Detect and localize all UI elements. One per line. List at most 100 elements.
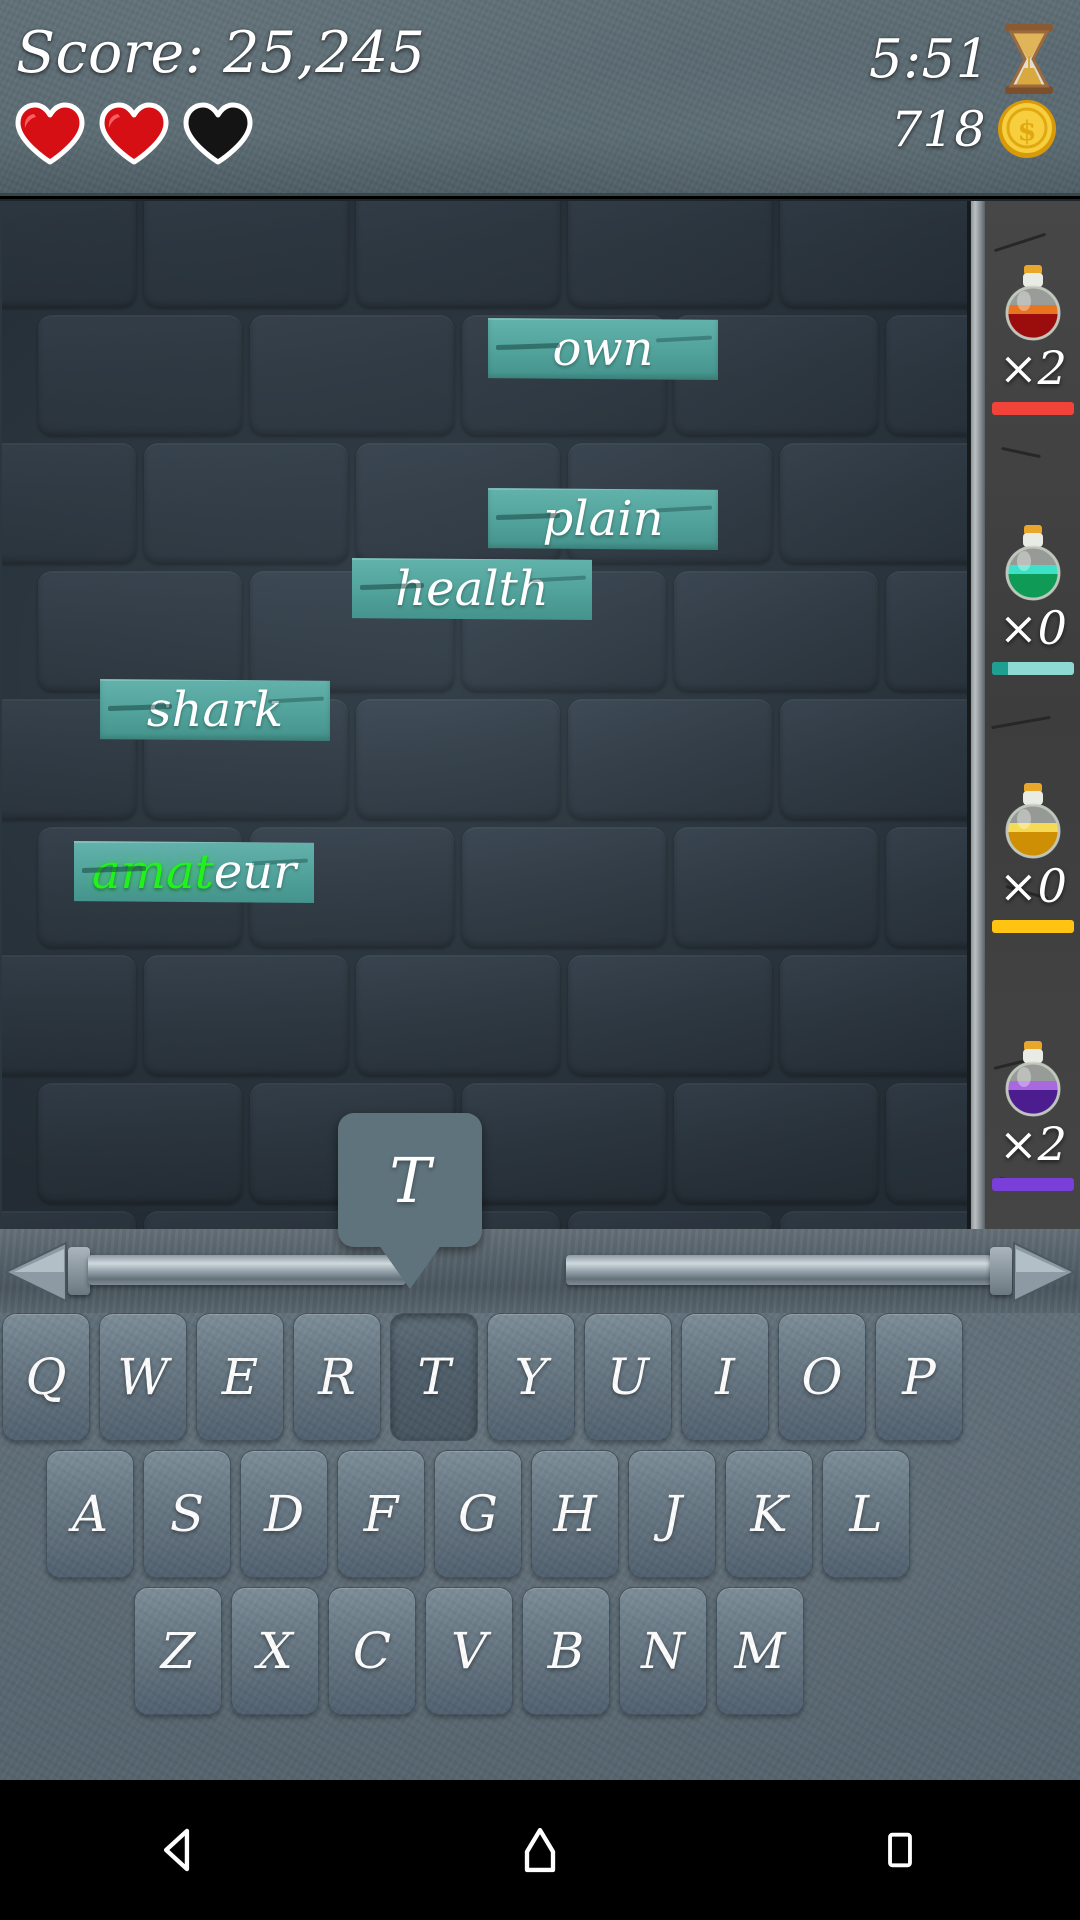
red-potion-icon [994, 261, 1072, 343]
potion-cooldown-bar [992, 662, 1074, 675]
lives-hearts [14, 102, 254, 166]
potion-slot-red-potion[interactable]: ×2 [985, 261, 1080, 415]
hud-bar: Score: 25,245 5:51 718 $ [0, 0, 1080, 196]
key-h[interactable]: H [531, 1450, 619, 1578]
plank-notch [655, 505, 713, 513]
recents-icon[interactable] [840, 1780, 960, 1920]
hourglass-icon [1000, 22, 1058, 96]
potion-count: ×2 [999, 1117, 1067, 1171]
wall-crack [991, 715, 1051, 730]
key-t[interactable]: T [390, 1313, 478, 1441]
key-a[interactable]: A [46, 1450, 134, 1578]
key-p[interactable]: P [875, 1313, 963, 1441]
brick [2, 955, 136, 1075]
decorative-rail [0, 1229, 1080, 1313]
potion-cooldown-fill [992, 662, 1009, 675]
potion-count: ×0 [999, 859, 1067, 913]
word-plank[interactable]: own [488, 318, 718, 380]
android-navigation-bar[interactable] [0, 1780, 1080, 1920]
brick [674, 571, 878, 691]
brick [356, 699, 560, 819]
brick [144, 1211, 348, 1230]
key-m[interactable]: M [716, 1587, 804, 1715]
key-b[interactable]: B [522, 1587, 610, 1715]
key-press-popup: T [338, 1113, 482, 1291]
coin-group: 718 $ [891, 98, 1058, 160]
score-label: Score: 25,245 [16, 20, 426, 86]
word-plank[interactable]: shark [100, 679, 330, 741]
rail-bar-right [566, 1255, 992, 1285]
on-screen-keyboard[interactable]: QWERTYUIOP ASDFGHJKL ZXCVBNM [0, 1313, 1080, 1780]
brick [250, 315, 454, 435]
rail-right-arrow-icon [1006, 1241, 1077, 1303]
brick [780, 699, 967, 819]
key-z[interactable]: Z [134, 1587, 222, 1715]
brick [2, 201, 136, 307]
wall-crack [993, 232, 1047, 253]
word-plank[interactable]: amateur [74, 841, 314, 903]
yellow-potion-icon [994, 779, 1072, 861]
potion-count: ×2 [999, 341, 1067, 395]
key-d[interactable]: D [240, 1450, 328, 1578]
word-plank[interactable]: plain [488, 488, 718, 550]
potion-cooldown-bar [992, 402, 1074, 415]
home-icon[interactable] [480, 1780, 600, 1920]
word-plank[interactable]: health [352, 558, 592, 620]
key-y[interactable]: Y [487, 1313, 575, 1441]
brick [568, 955, 772, 1075]
brick [780, 201, 967, 307]
brick [780, 1211, 967, 1230]
word-remaining-part: eur [213, 844, 297, 900]
keyboard-row-1: QWERTYUIOP [2, 1313, 963, 1441]
potion-cooldown-fill [992, 1178, 1074, 1191]
key-n[interactable]: N [619, 1587, 707, 1715]
potion-slot-purple-potion[interactable]: ×2 [985, 1037, 1080, 1191]
brick [462, 827, 666, 947]
key-i[interactable]: I [681, 1313, 769, 1441]
timer-label: 5:51 [868, 28, 990, 90]
word-plank-text: amateur [92, 844, 296, 900]
brick [144, 443, 348, 563]
rail-left-cap [68, 1247, 90, 1295]
potion-cooldown-fill [992, 402, 1074, 415]
key-c[interactable]: C [328, 1587, 416, 1715]
rail-left-arrow-icon [3, 1241, 74, 1303]
key-e[interactable]: E [196, 1313, 284, 1441]
potion-slot-green-potion[interactable]: ×0 [985, 521, 1080, 675]
potion-sidebar[interactable]: ×2 ×0 ×0 ×2 [970, 201, 1080, 1230]
key-j[interactable]: J [628, 1450, 716, 1578]
brick [568, 1211, 772, 1230]
key-popup-letter: T [338, 1113, 482, 1247]
brick [568, 201, 772, 307]
brick [38, 315, 242, 435]
key-o[interactable]: O [778, 1313, 866, 1441]
key-g[interactable]: G [434, 1450, 522, 1578]
brick [144, 201, 348, 307]
brick [356, 955, 560, 1075]
brick [2, 443, 136, 563]
keyboard-row-2: ASDFGHJKL [46, 1450, 910, 1578]
key-k[interactable]: K [725, 1450, 813, 1578]
coin-icon: $ [996, 98, 1058, 160]
back-icon[interactable] [120, 1780, 240, 1920]
word-plank-text: own [552, 321, 654, 377]
brick [462, 1083, 666, 1203]
timer-group: 5:51 [869, 22, 1058, 96]
key-s[interactable]: S [143, 1450, 231, 1578]
key-l[interactable]: L [822, 1450, 910, 1578]
key-r[interactable]: R [293, 1313, 381, 1441]
potion-cooldown-fill [992, 920, 1074, 933]
key-q[interactable]: Q [2, 1313, 90, 1441]
heart-filled-icon [98, 102, 170, 166]
brick [780, 955, 967, 1075]
word-plank-text: plain [542, 491, 664, 547]
potion-count: ×0 [999, 601, 1067, 655]
potion-cooldown-bar [992, 1178, 1074, 1191]
key-u[interactable]: U [584, 1313, 672, 1441]
key-v[interactable]: V [425, 1587, 513, 1715]
key-f[interactable]: F [337, 1450, 425, 1578]
svg-text:$: $ [1018, 116, 1037, 147]
key-w[interactable]: W [99, 1313, 187, 1441]
key-x[interactable]: X [231, 1587, 319, 1715]
potion-slot-yellow-potion[interactable]: ×0 [985, 779, 1080, 933]
